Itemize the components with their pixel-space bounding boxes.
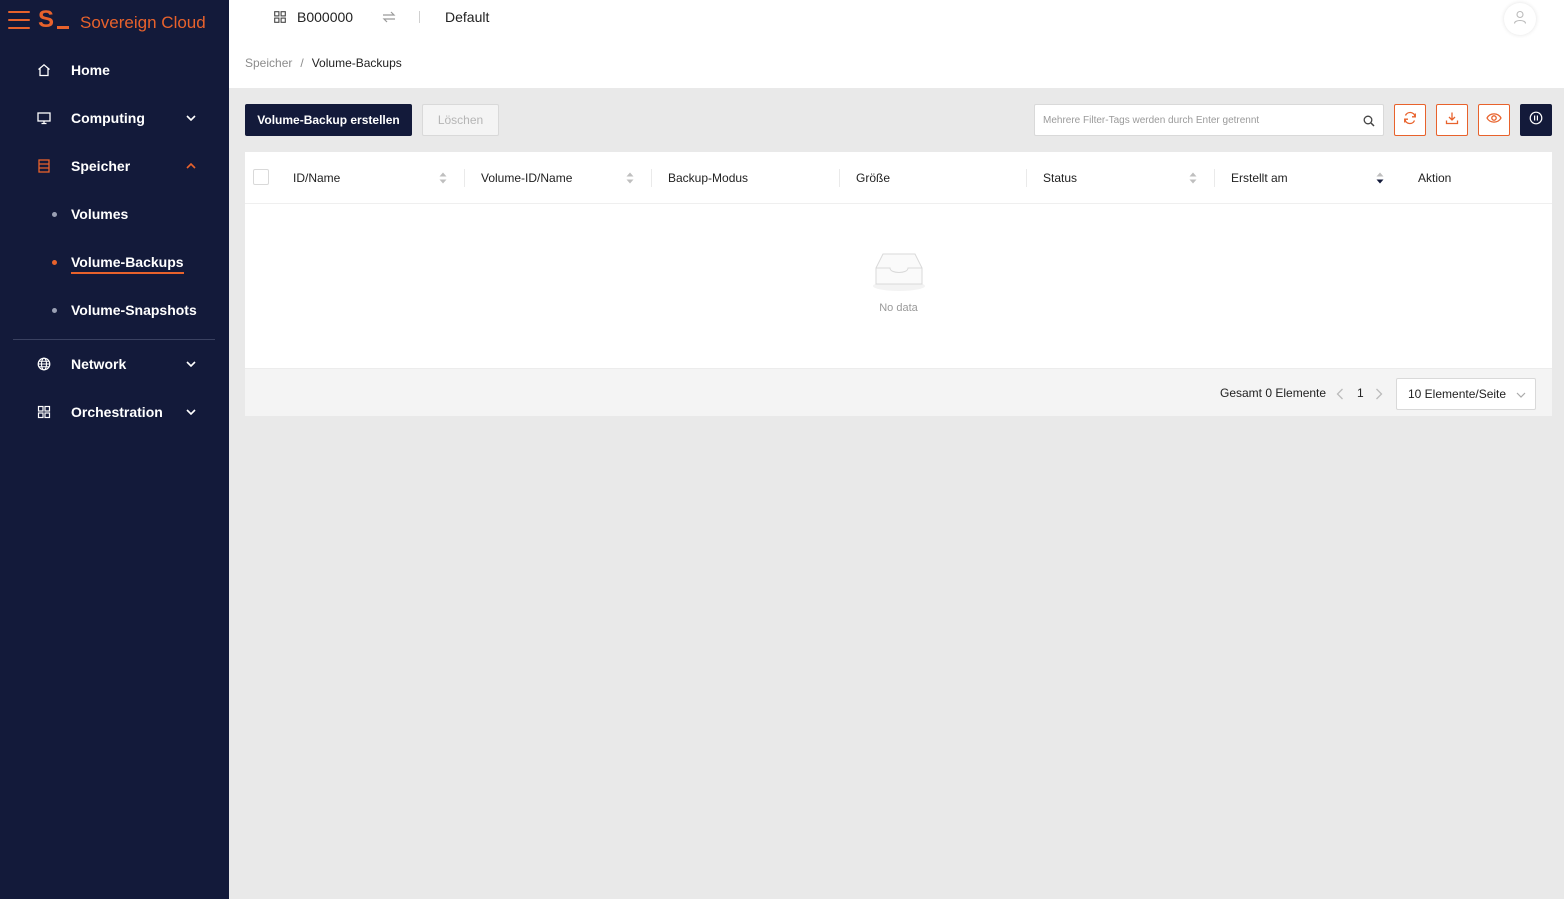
column-header-created-at[interactable]: Erstellt am: [1231, 152, 1288, 204]
chevron-down-icon: [185, 112, 197, 124]
empty-inbox-icon: [872, 250, 926, 297]
volume-backups-table: ID/Name Volume-ID/Name Backup-Modus Größ…: [245, 152, 1552, 416]
sidebar-item-home[interactable]: Home: [0, 46, 229, 94]
sidebar-item-label: Speicher: [71, 158, 131, 174]
table-header: ID/Name Volume-ID/Name Backup-Modus Größ…: [245, 152, 1552, 204]
chevron-right-icon[interactable]: [1375, 387, 1383, 405]
empty-text: No data: [879, 302, 918, 314]
brand-name: Sovereign Cloud: [80, 13, 206, 32]
breadcrumb-bar: Speicher / Volume-Backups: [229, 38, 1564, 88]
user-icon: [1513, 10, 1527, 29]
chevron-up-icon: [185, 160, 197, 172]
sidebar-nav: Home Computing Speicher Volumes Volume-B…: [0, 46, 229, 436]
grid-icon: [274, 10, 286, 23]
page-size-value: 10 Elemente/Seite: [1408, 387, 1507, 401]
column-header-status[interactable]: Status: [1043, 152, 1077, 204]
search-input[interactable]: [1035, 105, 1355, 135]
topbar-divider: [419, 11, 420, 23]
globe-icon: [36, 356, 52, 372]
sidebar-item-label: Computing: [71, 110, 145, 126]
eye-icon: [1486, 111, 1502, 129]
page-number[interactable]: 1: [1357, 386, 1364, 400]
sidebar-subitem-label: Volume-Snapshots: [71, 302, 197, 318]
sort-descending-icon[interactable]: [1376, 171, 1384, 185]
delete-button[interactable]: Löschen: [422, 104, 499, 136]
hamburger-menu-icon[interactable]: [8, 11, 30, 29]
user-avatar[interactable]: [1504, 3, 1536, 35]
create-volume-backup-button[interactable]: Volume-Backup erstellen: [245, 104, 412, 136]
sidebar-item-network[interactable]: Network: [0, 340, 229, 388]
home-icon: [36, 62, 52, 78]
breadcrumb-parent[interactable]: Speicher: [245, 56, 292, 70]
monitor-icon: [36, 110, 52, 126]
swap-arrows-icon[interactable]: [382, 10, 396, 28]
refresh-icon: [1403, 111, 1417, 130]
sort-icon[interactable]: [439, 171, 447, 185]
pagination: Gesamt 0 Elemente 1 10 Elemente/Seite: [245, 368, 1552, 416]
sidebar-item-speicher[interactable]: Speicher: [0, 142, 229, 190]
sidebar: S Sovereign Cloud Home Computing Speiche: [0, 0, 229, 899]
column-header-backup-mode: Backup-Modus: [668, 171, 749, 185]
page-size-select[interactable]: 10 Elemente/Seite: [1396, 378, 1536, 410]
chevron-down-icon: [1516, 389, 1526, 403]
bullet-icon: [52, 259, 57, 265]
sidebar-item-computing[interactable]: Computing: [0, 94, 229, 142]
breadcrumb: Speicher / Volume-Backups: [245, 56, 402, 70]
region-selector[interactable]: Default: [445, 9, 489, 25]
breadcrumb-separator: /: [300, 56, 304, 70]
sidebar-subitem-volume-snapshots[interactable]: Volume-Snapshots: [0, 286, 229, 334]
sidebar-subitem-volumes[interactable]: Volumes: [0, 190, 229, 238]
sidebar-item-label: Network: [71, 356, 127, 372]
brand-logo[interactable]: S: [38, 6, 70, 33]
sidebar-subitem-label: Volumes: [71, 206, 129, 222]
refresh-button[interactable]: [1394, 104, 1426, 136]
bullet-icon: [52, 307, 57, 313]
logo-letter: S: [38, 6, 55, 33]
chevron-down-icon: [185, 358, 197, 370]
brand-bar: S Sovereign Cloud: [0, 0, 229, 40]
column-visibility-button[interactable]: [1478, 104, 1510, 136]
column-header-size: Größe: [856, 171, 891, 185]
filter-search: [1034, 104, 1384, 136]
chevron-left-icon[interactable]: [1336, 387, 1344, 405]
sidebar-subitem-volume-backups[interactable]: Volume-Backups: [0, 238, 229, 286]
sidebar-subitem-label: Volume-Backups: [71, 254, 184, 274]
empty-state: No data: [245, 204, 1552, 368]
sidebar-item-label: Home: [71, 62, 110, 78]
project-id[interactable]: B000000: [297, 9, 353, 25]
download-icon: [1445, 111, 1459, 130]
grid-icon: [36, 404, 52, 420]
sort-icon[interactable]: [626, 171, 634, 185]
chevron-down-icon: [185, 406, 197, 418]
search-icon[interactable]: [1363, 114, 1375, 132]
bullet-icon: [52, 211, 57, 217]
column-header-action: Aktion: [1418, 171, 1452, 185]
column-header-volume-id-name[interactable]: Volume-ID/Name: [481, 152, 572, 204]
breadcrumb-current: Volume-Backups: [311, 56, 402, 70]
sort-icon[interactable]: [1189, 171, 1197, 185]
select-all-checkbox[interactable]: [253, 169, 269, 185]
sidebar-item-orchestration[interactable]: Orchestration: [0, 388, 229, 436]
sidebar-item-label: Orchestration: [71, 404, 163, 420]
top-bar: B000000 Default: [229, 0, 1564, 38]
download-button[interactable]: [1436, 104, 1468, 136]
column-header-id-name[interactable]: ID/Name: [293, 152, 340, 204]
storage-icon: [36, 158, 52, 174]
info-button[interactable]: [1520, 104, 1552, 136]
info-icon: [1529, 111, 1543, 130]
total-count: Gesamt 0 Elemente: [1220, 386, 1327, 400]
